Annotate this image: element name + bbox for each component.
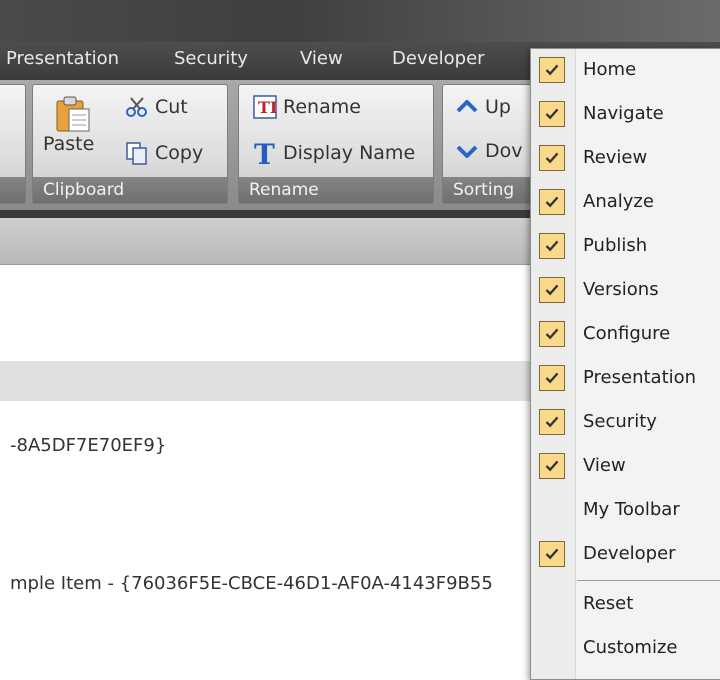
menu-item-analyze[interactable]: Analyze <box>531 181 720 225</box>
checkmark-icon <box>539 409 565 435</box>
scissors-icon <box>126 97 147 117</box>
clipboard-group-label: Clipboard <box>33 177 227 203</box>
checkmark-icon <box>539 233 565 259</box>
tab-developer[interactable]: Developer <box>392 48 485 69</box>
menu-item-developer[interactable]: Developer <box>531 533 720 577</box>
ribbon-tabs-context-menu: Home Navigate Review Analyze Publish Ver… <box>530 48 720 680</box>
display-name-icon: T <box>254 139 275 167</box>
menu-item-presentation[interactable]: Presentation <box>531 357 720 401</box>
rename-label: Rename <box>283 96 361 118</box>
chevron-up-icon <box>456 100 478 113</box>
checkmark-icon <box>539 365 565 391</box>
checkmark-icon <box>539 101 565 127</box>
cut-label: Cut <box>155 96 188 118</box>
sort-down-label: Dov <box>485 140 523 162</box>
checkmark-icon <box>539 57 565 83</box>
menu-item-my-toolbar[interactable]: My Toolbar <box>531 489 720 533</box>
chevron-down-icon <box>456 145 478 158</box>
menu-item-configure[interactable]: Configure <box>531 313 720 357</box>
menu-item-publish[interactable]: Publish <box>531 225 720 269</box>
menu-item-navigate[interactable]: Navigate <box>531 93 720 137</box>
menu-item-customize[interactable]: Customize <box>531 627 720 671</box>
menu-separator <box>577 580 720 581</box>
checkmark-icon <box>539 145 565 171</box>
tab-presentation[interactable]: Presentation <box>6 48 119 69</box>
sort-up-button[interactable]: Up <box>455 95 511 119</box>
checkmark-icon <box>539 189 565 215</box>
ribbon-group-rename: TI Rename T Display Name Rename <box>238 84 434 204</box>
sort-up-label: Up <box>485 96 511 118</box>
ribbon-group-partial <box>0 84 26 204</box>
copy-label: Copy <box>155 142 204 164</box>
copy-button[interactable]: Copy <box>125 141 203 165</box>
ribbon-group-sorting: Up Dov Sorting <box>442 84 542 204</box>
checkmark-icon <box>539 453 565 479</box>
svg-text:T: T <box>254 139 275 167</box>
tab-view[interactable]: View <box>300 48 343 69</box>
copy-icon <box>126 142 147 165</box>
menu-item-review[interactable]: Review <box>531 137 720 181</box>
tab-security[interactable]: Security <box>174 48 248 69</box>
paste-button[interactable]: Paste <box>43 95 94 155</box>
rename-button[interactable]: TI Rename <box>253 95 361 119</box>
content-line-item: mple Item - {76036F5E-CBCE-46D1-AF0A-414… <box>10 573 493 594</box>
display-name-label: Display Name <box>283 142 416 164</box>
checkmark-icon <box>539 321 565 347</box>
rename-group-label: Rename <box>239 177 433 203</box>
sort-down-button[interactable]: Dov <box>455 139 523 163</box>
paste-icon <box>56 96 90 132</box>
menu-item-home[interactable]: Home <box>531 49 720 93</box>
display-name-button[interactable]: T Display Name <box>253 139 415 167</box>
menu-item-security[interactable]: Security <box>531 401 720 445</box>
sorting-group-label: Sorting <box>443 177 541 203</box>
checkmark-icon <box>539 277 565 303</box>
svg-text:TI: TI <box>258 98 277 117</box>
rename-icon: TI <box>253 95 277 119</box>
menu-item-versions[interactable]: Versions <box>531 269 720 313</box>
menu-item-view[interactable]: View <box>531 445 720 489</box>
checkmark-icon <box>539 541 565 567</box>
cut-button[interactable]: Cut <box>125 95 188 119</box>
window-titlebar <box>0 0 720 42</box>
ribbon-group-clipboard: Paste Cut Copy Clipboard <box>32 84 228 204</box>
paste-label: Paste <box>43 133 95 155</box>
menu-item-reset[interactable]: Reset <box>531 583 720 627</box>
content-line-id: -8A5DF7E70EF9} <box>10 435 167 456</box>
